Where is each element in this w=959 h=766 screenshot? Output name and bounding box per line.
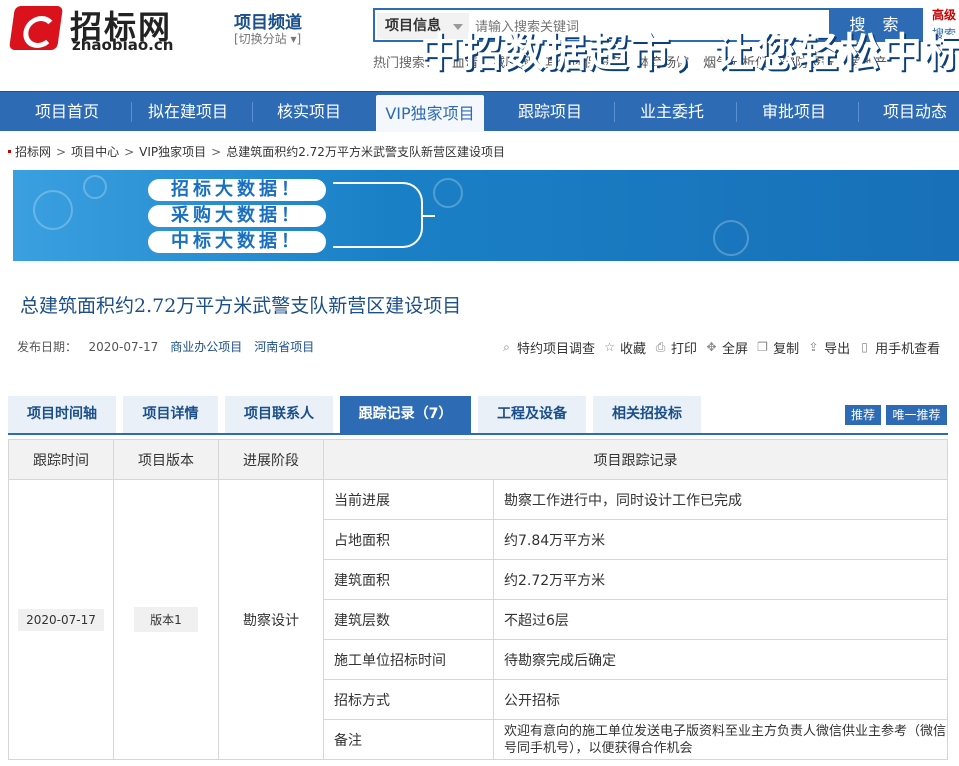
date-label: 发布日期：	[17, 340, 78, 354]
promo-banner[interactable]: 招标大数据！ 采购大数据！ 中标大数据！	[13, 170, 959, 261]
col-header-stage: 进展阶段	[218, 439, 324, 480]
category-link[interactable]: 商业办公项目	[170, 338, 242, 355]
col-header-time: 跟踪时间	[8, 439, 114, 480]
copy-button[interactable]: ❐ 复制	[756, 338, 799, 358]
nav-item-vip[interactable]: VIP独家项目	[376, 95, 484, 132]
record-value: 欢迎有意向的施工单位发送电子版资料至业主方负责人微信供业主参考（微信号同手机号）…	[493, 719, 948, 760]
survey-button[interactable]: ⌕ 特约项目调查	[500, 338, 595, 358]
banner-pill: 招标大数据！	[148, 179, 326, 201]
main-nav: 项目首页 拟在建项目 核实项目 VIP独家项目 跟踪项目 业主委托 审批项目 项…	[0, 91, 959, 132]
nav-item-planned[interactable]: 拟在建项目	[133, 92, 243, 132]
mobile-view-button[interactable]: ▯ 用手机查看	[858, 338, 940, 358]
toolbar: ⌕ 特约项目调查 ☆ 收藏 ⎙ 打印 ✥ 全屏 ❐ 复制 ⇪ 导出 ▯ 用手机查看	[500, 338, 940, 358]
crumb-vip[interactable]: VIP独家项目	[139, 143, 206, 160]
project-meta: 发布日期： 2020-07-17 商业办公项目 河南省项目	[17, 338, 314, 355]
crumb-current: 总建筑面积约2.72万平方米武警支队新营区建设项目	[226, 145, 505, 159]
publish-date: 2020-07-17	[88, 340, 159, 354]
nav-item-approval[interactable]: 审批项目	[738, 92, 850, 132]
nav-item-tracking[interactable]: 跟踪项目	[494, 92, 606, 132]
logo-domain: zhaobiao.cn	[72, 36, 174, 54]
table-row: 2020-07-17 版本1 勘察设计 当前进展 勘察工作进行中，同时设计工作已…	[8, 479, 948, 760]
switch-site-link[interactable]: [切换分站 ▾]	[234, 30, 301, 47]
record-value: 约7.84万平方米	[493, 519, 948, 560]
table-header: 跟踪时间 项目版本 进展阶段 项目跟踪记录	[8, 439, 948, 480]
record-value: 不超过6层	[493, 599, 948, 640]
tracking-table: 跟踪时间 项目版本 进展阶段 项目跟踪记录 2020-07-17 版本1 勘察设…	[8, 439, 948, 760]
tab-equipment[interactable]: 工程及设备	[478, 396, 586, 433]
fullscreen-button[interactable]: ✥ 全屏	[705, 338, 749, 358]
nav-item-owner[interactable]: 业主委托	[616, 92, 728, 132]
star-icon: ☆	[604, 340, 615, 354]
version-cell: 版本1	[113, 479, 219, 760]
export-button[interactable]: ⇪ 导出	[807, 338, 851, 358]
copy-icon: ❐	[757, 340, 768, 354]
page-title: 总建筑面积约2.72万平方米武警支队新营区建设项目	[20, 295, 462, 317]
col-header-version: 项目版本	[113, 439, 219, 480]
col-header-record: 项目跟踪记录	[323, 439, 948, 480]
banner-slogan: 中招数据超市，让您轻松中标	[420, 30, 959, 76]
crumb-home[interactable]: 招标网	[15, 143, 51, 160]
search-icon: ⌕	[503, 340, 510, 354]
track-time-cell: 2020-07-17	[8, 479, 114, 760]
record-value: 待勘察完成后确定	[493, 639, 948, 680]
export-icon: ⇪	[808, 340, 819, 354]
tab-related-bids[interactable]: 相关招投标	[593, 396, 701, 433]
phone-icon: ▯	[861, 340, 868, 354]
print-button[interactable]: ⎙ 打印	[654, 338, 697, 358]
stage-cell: 勘察设计	[218, 479, 324, 760]
unique-recommend-button[interactable]: 唯一推荐	[886, 405, 947, 425]
nav-item-verified[interactable]: 核实项目	[254, 92, 364, 132]
recommend-button[interactable]: 推荐	[845, 405, 881, 425]
banner-pill: 中标大数据！	[148, 231, 326, 253]
tab-tracking[interactable]: 跟踪记录（7）	[340, 396, 471, 433]
breadcrumb: 招标网 > 项目中心 > VIP独家项目 > 总建筑面积约2.72万平方米武警支…	[8, 143, 505, 160]
fullscreen-icon: ✥	[706, 340, 717, 354]
record-value: 公开招标	[493, 679, 948, 720]
tab-contacts[interactable]: 项目联系人	[225, 396, 333, 433]
record-key: 施工单位招标时间	[323, 639, 494, 680]
banner-pill: 采购大数据！	[148, 205, 326, 227]
record-key: 建筑面积	[323, 559, 494, 600]
nav-item-news[interactable]: 项目动态	[860, 92, 959, 132]
tab-timeline[interactable]: 项目时间轴	[8, 396, 116, 433]
record-value: 勘察工作进行中，同时设计工作已完成	[493, 479, 948, 520]
printer-icon: ⎙	[655, 340, 666, 354]
record-key: 招标方式	[323, 679, 494, 720]
logo-mark[interactable]	[8, 6, 64, 50]
favorite-button[interactable]: ☆ 收藏	[603, 338, 646, 358]
record-key: 占地面积	[323, 519, 494, 560]
crumb-project-center[interactable]: 项目中心	[71, 143, 119, 160]
nav-item-home[interactable]: 项目首页	[12, 92, 122, 132]
record-key: 备注	[323, 719, 494, 760]
tab-details[interactable]: 项目详情	[123, 396, 218, 433]
region-link[interactable]: 河南省项目	[254, 338, 314, 355]
record-key: 建筑层数	[323, 599, 494, 640]
record-value: 约2.72万平方米	[493, 559, 948, 600]
track-time: 2020-07-17	[18, 608, 104, 631]
record-key: 当前进展	[323, 479, 494, 520]
version-badge: 版本1	[134, 607, 198, 632]
